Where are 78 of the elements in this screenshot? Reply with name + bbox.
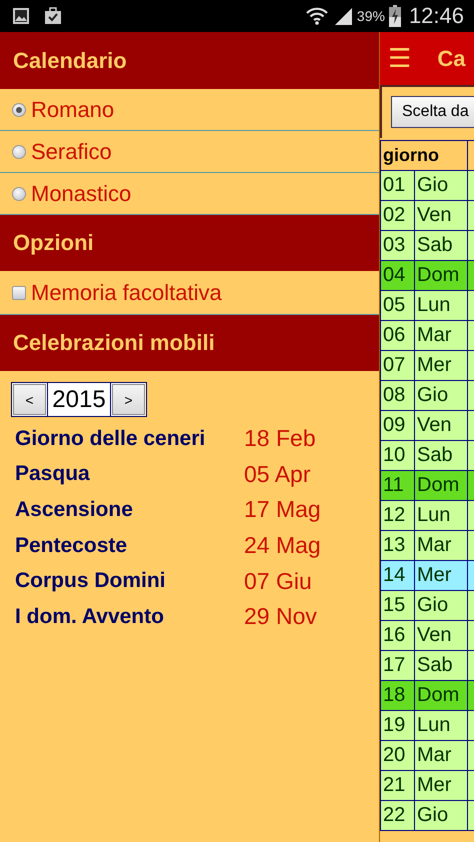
table-cell: 01 xyxy=(380,170,414,200)
celebration-date: 29 Nov xyxy=(244,603,317,630)
table-cell: Ven xyxy=(414,200,468,230)
table-cell: 13 xyxy=(380,530,414,560)
table-cell: Dom xyxy=(414,470,468,500)
table-cell: Sab xyxy=(414,230,468,260)
table-cell: Ven xyxy=(414,620,468,650)
radio-button[interactable] xyxy=(12,144,26,158)
table-cell: Sab xyxy=(414,650,468,680)
table-cell: 19 xyxy=(380,710,414,740)
table-cell: 16 xyxy=(380,620,414,650)
table-cell: 03 xyxy=(380,230,414,260)
clock-time: 12:46 xyxy=(408,3,464,29)
table-cell: Gio xyxy=(414,380,468,410)
wifi-icon xyxy=(304,5,329,27)
previous-year-button[interactable]: < xyxy=(11,382,48,417)
table-cell: 15 xyxy=(380,590,414,620)
calendar-option[interactable]: Serafico xyxy=(0,131,379,173)
celebration-name: Ascensione xyxy=(15,498,134,522)
section-header: Opzioni xyxy=(0,215,379,271)
battery-percent: 39% xyxy=(356,8,385,24)
year-field[interactable]: 2015 xyxy=(48,382,110,417)
table-cell: Gio xyxy=(414,170,468,200)
table-cell: Lun xyxy=(414,500,468,530)
table-cell: Ven xyxy=(414,410,468,440)
table-cell: 11 xyxy=(380,470,414,500)
table-cell: Gio xyxy=(414,800,468,830)
celebration-name: Giorno delle ceneri xyxy=(15,426,206,451)
calendar-option[interactable]: Romano xyxy=(0,89,379,131)
table-cell: 18 xyxy=(380,680,414,710)
celebration-name: Pentecoste xyxy=(15,534,128,558)
table-cell: Gio xyxy=(414,590,468,620)
table-cell: 04 xyxy=(380,260,414,290)
table-cell: Dom xyxy=(414,680,468,710)
table-cell: Dom xyxy=(414,260,468,290)
table-cell: Lun xyxy=(414,290,468,320)
section-header: Celebrazioni mobili xyxy=(0,315,379,371)
table-cell: 12 xyxy=(380,500,414,530)
celebration-date: 24 Mag xyxy=(244,532,321,560)
select-button[interactable]: Scelta da xyxy=(391,96,474,128)
app-title: Ca xyxy=(437,46,466,72)
radio-button[interactable] xyxy=(12,102,26,116)
table-cell: Mar xyxy=(414,320,468,350)
table-cell: 22 xyxy=(380,800,414,830)
briefcase-check-icon xyxy=(44,7,62,25)
celebration-name: Corpus Domini xyxy=(15,569,166,594)
gallery-icon xyxy=(12,7,30,25)
radio-button[interactable] xyxy=(12,186,26,200)
table-cell: 02 xyxy=(380,200,414,230)
table-cell: 05 xyxy=(380,290,414,320)
table-cell: Lun xyxy=(414,710,468,740)
table-cell: 10 xyxy=(380,440,414,470)
table-cell: 14 xyxy=(380,560,414,590)
battery-charging-icon xyxy=(388,5,401,27)
table-cell: 21 xyxy=(380,770,414,800)
celebration-date: 07 Giu xyxy=(244,568,312,595)
next-year-button[interactable]: > xyxy=(110,382,147,417)
celebration-name: Pasqua xyxy=(15,462,91,486)
table-cell: 20 xyxy=(380,740,414,770)
celebration-date: 18 Feb xyxy=(244,425,316,452)
signal-icon xyxy=(332,6,353,26)
table-cell: 06 xyxy=(380,320,414,350)
section-header: Calendario xyxy=(0,32,379,89)
table-cell: Mer xyxy=(414,560,468,590)
celebration-date: 17 Mag xyxy=(244,496,321,524)
table-cell: Mar xyxy=(414,530,468,560)
table-cell: Mar xyxy=(414,740,468,770)
table-cell: 08 xyxy=(380,380,414,410)
column-header: giorno xyxy=(380,140,468,170)
table-cell: 09 xyxy=(380,410,414,440)
table-cell: Mer xyxy=(414,770,468,800)
table-cell: Mer xyxy=(414,350,468,380)
table-cell: Sab xyxy=(414,440,468,470)
table-cell: 07 xyxy=(380,350,414,380)
checkbox[interactable] xyxy=(12,286,26,300)
celebration-date: 05 Apr xyxy=(244,460,310,488)
celebration-name: I dom. Avvento xyxy=(15,604,165,629)
table-cell: 17 xyxy=(380,650,414,680)
